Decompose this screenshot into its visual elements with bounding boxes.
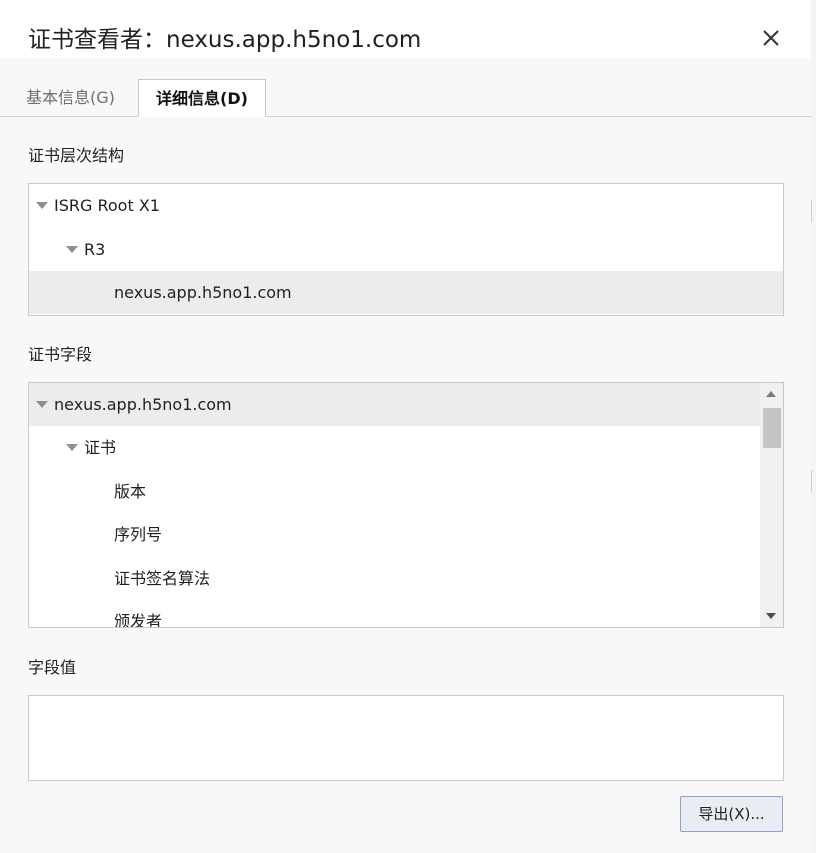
tab-bar: [0, 58, 811, 118]
dialog-title: 证书查看者：nexus.app.h5no1.com: [28, 27, 422, 53]
expand-triangle-icon[interactable]: [65, 426, 79, 469]
field-item-certificate[interactable]: 证书: [29, 426, 760, 469]
scroll-thumb[interactable]: [763, 408, 781, 448]
background-divider: [811, 470, 816, 492]
tree-item-label: ISRG Root X1: [54, 196, 160, 215]
background-window-edge: [811, 0, 816, 853]
field-item-label: 颁发者: [114, 612, 163, 628]
field-item-label: 证书: [84, 438, 117, 457]
tree-item-isrg-root-x1[interactable]: ISRG Root X1: [29, 184, 783, 227]
field-value-box[interactable]: [28, 695, 784, 781]
field-item-issuer[interactable]: 颁发者: [29, 600, 760, 628]
field-item-signature-algorithm[interactable]: 证书签名算法: [29, 557, 760, 600]
tree-item-leaf-certificate[interactable]: nexus.app.h5no1.com: [29, 271, 783, 314]
field-item-label: nexus.app.h5no1.com: [54, 395, 232, 414]
close-icon: [763, 30, 779, 46]
tree-item-r3[interactable]: R3: [29, 228, 783, 271]
scroll-up-arrow-icon[interactable]: [760, 383, 783, 403]
background-divider: [811, 200, 816, 222]
dialog-titlebar: 证书查看者：nexus.app.h5no1.com: [0, 0, 811, 58]
tab-detail-info[interactable]: 详细信息(D): [138, 79, 266, 117]
fields-label: 证书字段: [28, 345, 93, 364]
expand-triangle-icon[interactable]: [65, 228, 79, 271]
field-item-version[interactable]: 版本: [29, 470, 760, 513]
certificate-hierarchy-tree: ISRG Root X1 R3 nexus.app.h5no1.com: [28, 183, 784, 316]
field-item-label: 序列号: [114, 525, 163, 544]
field-item-root[interactable]: nexus.app.h5no1.com: [29, 383, 760, 426]
certificate-fields-tree: nexus.app.h5no1.com 证书 版本 序列号 证书签名算法 颁发者: [28, 382, 784, 628]
field-item-label: 版本: [114, 482, 147, 501]
fields-scrollbar[interactable]: [760, 383, 783, 627]
scroll-down-arrow-icon[interactable]: [760, 607, 783, 627]
field-item-label: 证书签名算法: [114, 569, 211, 588]
tree-item-label: R3: [84, 240, 106, 259]
tab-basic-info[interactable]: 基本信息(G): [26, 79, 115, 116]
field-value-label: 字段值: [28, 658, 77, 677]
field-item-serial-number[interactable]: 序列号: [29, 513, 760, 556]
certificate-viewer-dialog: 证书查看者：nexus.app.h5no1.com 基本信息(G) 详细信息(D…: [0, 0, 811, 853]
hierarchy-label: 证书层次结构: [28, 146, 125, 165]
expand-triangle-icon[interactable]: [35, 383, 49, 426]
expand-triangle-icon[interactable]: [35, 184, 49, 227]
tree-item-label: nexus.app.h5no1.com: [114, 283, 292, 302]
export-button[interactable]: 导出(X)...: [680, 796, 783, 832]
close-button[interactable]: [754, 22, 788, 56]
tab-divider: [0, 116, 811, 117]
